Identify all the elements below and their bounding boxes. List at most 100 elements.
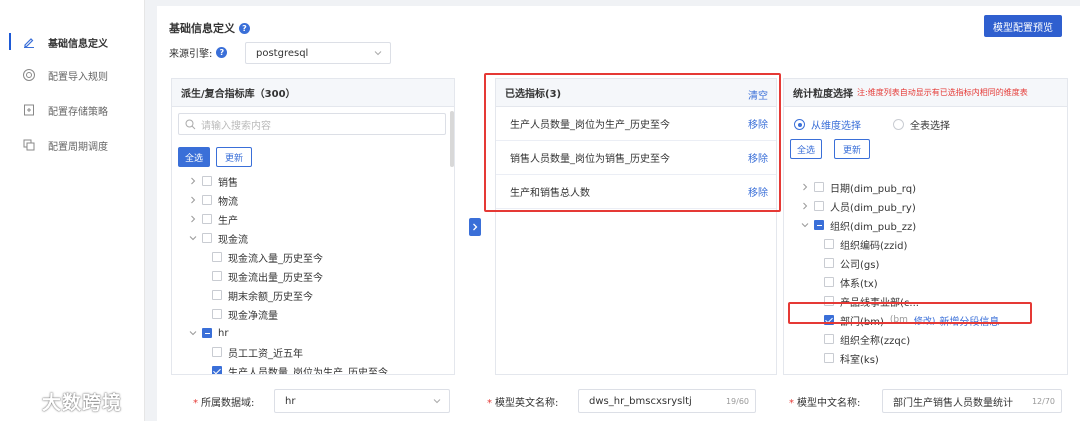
tree-item[interactable]: 科室(ks) [824,349,879,367]
granularity-refresh-button[interactable]: 更新 [834,139,870,159]
chevron-right-icon[interactable] [188,176,198,186]
chevron-right-icon[interactable] [188,195,198,205]
chevron-right-icon[interactable] [800,201,810,211]
engine-select[interactable]: postgresql [245,42,391,64]
page-title-text: 基础信息定义 [169,22,235,35]
remove-button[interactable]: 移除 [748,116,768,131]
tree-group[interactable]: 组织(dim_pub_zz) [800,216,916,234]
chevron-right-icon[interactable] [188,214,198,224]
checkbox[interactable] [202,176,212,186]
tree-label: 组织编码(zzid) [840,240,908,252]
tree-item[interactable]: 生产人员数量_岗位为生产_历史至今 [212,362,388,374]
remove-button[interactable]: 移除 [748,150,768,165]
model-en-name-input[interactable]: dws_hr_bmscxsrysltj 19/60 [578,389,756,413]
tree-group[interactable]: 物流 [188,191,238,209]
checkbox[interactable] [212,252,222,262]
checkbox[interactable] [824,277,834,287]
engine-select-value: postgresql [256,47,309,59]
checkbox[interactable] [814,182,824,192]
radio-full-table[interactable]: 全表选择 [893,117,950,132]
selected-metric-label: 生产和销售总人数 [510,188,590,199]
model-preview-button[interactable]: 模型配置预览 [984,15,1062,37]
checkbox[interactable] [202,233,212,243]
sidebar-item-label: 配置存储策略 [48,106,108,118]
remove-button[interactable]: 移除 [748,184,768,199]
checkbox[interactable] [824,296,834,306]
checkbox[interactable] [824,239,834,249]
tree-item[interactable]: 部门(bm) (bm 修改) 新增分段信息 [824,311,999,329]
tree-item[interactable]: 现金流出量_历史至今 [212,267,323,285]
selected-metric-row: 生产和销售总人数 移除 [496,175,776,209]
tree-label: 公司(gs) [840,259,880,271]
watermark-text: 大数跨境 [42,392,123,414]
checkbox[interactable] [824,334,834,344]
refresh-button[interactable]: 更新 [216,147,252,167]
tree-group[interactable]: 人员(dim_pub_ry) [800,197,916,215]
tree-item[interactable]: 员工工资_近五年 [212,343,303,361]
checkbox[interactable] [212,290,222,300]
clear-button[interactable]: 清空 [748,87,768,102]
sidebar-item-basic-info[interactable]: 基础信息定义 [0,31,145,53]
tree-item[interactable]: 体系(tx) [824,273,878,291]
tree-item[interactable]: 公司(gs) [824,254,879,272]
radio-selected-icon [794,119,805,130]
tree-group[interactable]: 日期(dim_pub_rq) [800,178,916,196]
checkbox[interactable] [212,309,222,319]
checkbox[interactable] [814,201,824,211]
add-segment-link[interactable]: 新增分段信息 [939,313,999,328]
radio-group: 从维度选择 全表选择 [794,117,950,132]
tree-item[interactable]: 期末余额_历史至今 [212,286,313,304]
sidebar-item-import-rules[interactable]: 配置导入规则 [0,64,145,86]
search-input[interactable]: 请输入搜索内容 [178,113,446,135]
tree-group[interactable]: 现金流 [188,229,248,247]
model-cn-name-input[interactable]: 部门生产销售人员数量统计 12/70 [882,389,1062,413]
radio-from-dimension[interactable]: 从维度选择 [794,117,861,132]
database-domain-label: * 所属数据域: [193,398,255,409]
chevron-right-icon[interactable] [800,182,810,192]
checkbox[interactable] [212,347,222,357]
checkbox[interactable] [212,366,222,374]
checkbox[interactable] [824,258,834,268]
database-domain-select[interactable]: hr [274,389,450,413]
checkbox[interactable] [824,353,834,363]
modify-link[interactable]: 修改) [914,314,936,327]
chevron-down-icon[interactable] [188,233,198,243]
tree-label: 日期(dim_pub_rq) [830,183,916,195]
tree-item[interactable]: 产品线事业部(c... [824,292,919,310]
watermark: 大数跨境 [10,388,122,415]
scrollbar[interactable] [450,111,454,167]
tree-label: 人员(dim_pub_ry) [830,202,916,214]
selected-metric-label: 生产人员数量_岗位为生产_历史至今 [510,120,670,131]
tree-item[interactable]: 组织全称(zzqc) [824,330,910,348]
sidebar-item-schedule[interactable]: 配置周期调度 [0,134,145,156]
main-content: 基础信息定义 ? 模型配置预览 来源引擎: ? postgresql 派生/复合… [157,6,1080,421]
checkbox[interactable] [212,271,222,281]
tree-label: 现金流出量_历史至今 [228,272,323,284]
tree-item[interactable]: 现金流入量_历史至今 [212,248,323,266]
tree-item[interactable]: 组织编码(zzid) [824,235,907,253]
chevron-down-icon[interactable] [800,220,810,230]
checkbox[interactable] [202,195,212,205]
tree-group[interactable]: hr [188,324,228,342]
checkbox[interactable] [824,315,834,325]
help-icon[interactable]: ? [216,47,228,58]
transfer-right-button[interactable] [469,218,481,236]
checkbox[interactable] [202,214,212,224]
tree-group[interactable]: 生产 [188,210,238,228]
model-cn-name-label-text: 模型中文名称: [797,398,861,409]
tree-group[interactable]: 销售 [188,172,238,190]
tree-item[interactable]: 现金净流量 [212,305,278,323]
select-all-button[interactable]: 全选 [178,147,210,167]
checkbox[interactable] [814,220,824,230]
sidebar-item-storage[interactable]: 配置存储策略 [0,99,145,121]
dept-code-hint: (bm [889,315,908,325]
help-icon[interactable]: ? [239,22,250,34]
chevron-down-icon[interactable] [188,328,198,338]
target-icon [22,68,36,82]
checkbox[interactable] [202,328,212,338]
selected-metric-row: 销售人员数量_岗位为销售_历史至今 移除 [496,141,776,175]
granularity-select-all-button[interactable]: 全选 [790,139,822,159]
tree-label: 科室(ks) [840,354,879,366]
chevron-down-icon [374,49,382,57]
model-cn-name-label: * 模型中文名称: [789,398,861,409]
